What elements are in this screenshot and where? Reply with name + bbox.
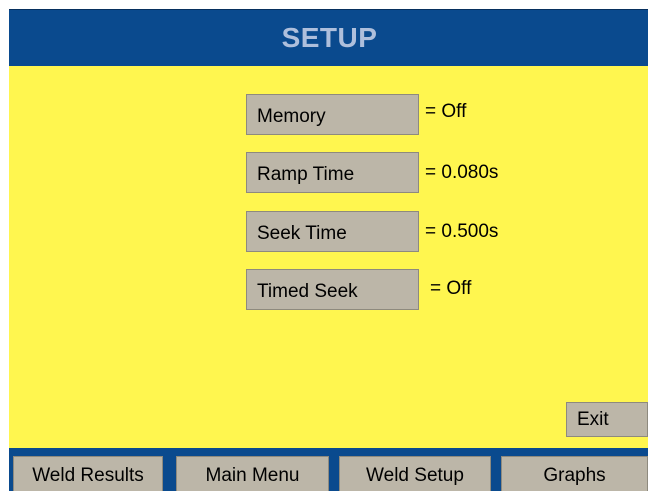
header-bar: SETUP (9, 9, 648, 66)
memory-button-label: Memory (257, 105, 326, 127)
memory-value: = Off (425, 101, 467, 122)
timed-seek-button-label: Timed Seek (257, 280, 358, 302)
ramp-time-button-label: Ramp Time (257, 163, 355, 185)
timed-seek-button[interactable]: Timed Seek (246, 269, 419, 310)
exit-button[interactable]: Exit (566, 402, 648, 437)
tab-weld-results[interactable]: Weld Results (13, 456, 163, 491)
page-title: SETUP (281, 22, 378, 53)
seek-time-value: = 0.500s (425, 221, 499, 242)
tab-main-menu-label: Main Menu (205, 464, 300, 486)
tab-weld-setup[interactable]: Weld Setup (339, 456, 491, 491)
timed-seek-value: = Off (430, 278, 472, 299)
exit-button-label: Exit (577, 408, 609, 430)
tab-weld-results-label: Weld Results (32, 464, 144, 486)
tab-main-menu[interactable]: Main Menu (176, 456, 329, 491)
tab-weld-setup-label: Weld Setup (366, 464, 464, 486)
memory-button[interactable]: Memory (246, 94, 419, 135)
seek-time-button-label: Seek Time (257, 222, 347, 244)
ramp-time-value: = 0.080s (425, 162, 499, 183)
ramp-time-button[interactable]: Ramp Time (246, 152, 419, 193)
setup-screen: SETUP Memory = Off Ramp Time = 0.080s Se… (0, 0, 648, 491)
tab-graphs-label: Graphs (543, 464, 606, 486)
seek-time-button[interactable]: Seek Time (246, 211, 419, 252)
tab-graphs[interactable]: Graphs (501, 456, 648, 491)
